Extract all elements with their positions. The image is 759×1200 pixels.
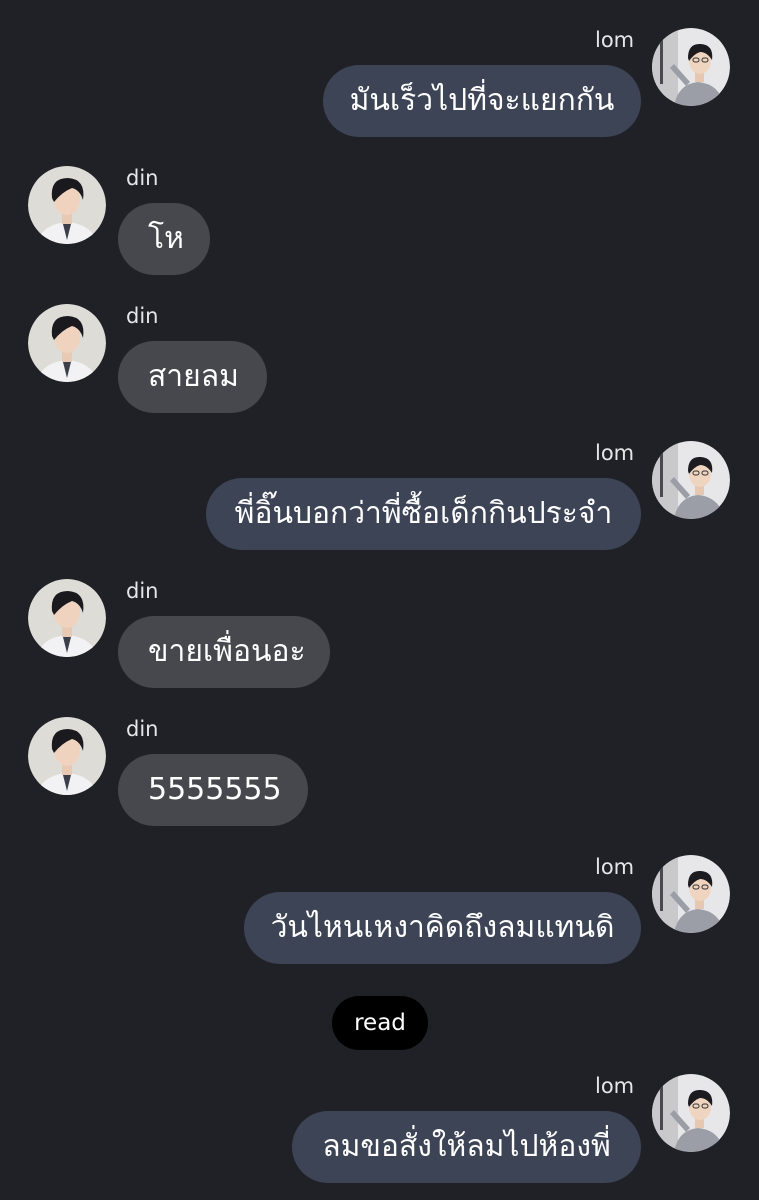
sender-name: din bbox=[126, 579, 159, 603]
profile-photo-icon bbox=[28, 579, 106, 657]
message-row: din โห bbox=[0, 166, 759, 276]
profile-photo-icon bbox=[652, 28, 730, 106]
message-row: din ขายเพื่อนอะ bbox=[0, 579, 759, 689]
profile-photo-icon bbox=[28, 304, 106, 382]
message-row: lom มันเร็วไปที่จะแยกกัน bbox=[0, 28, 759, 138]
avatar[interactable] bbox=[28, 579, 106, 657]
avatar[interactable] bbox=[652, 855, 730, 933]
message-bubble[interactable]: วันไหนเหงาคิดถึงลมแทนดิ bbox=[244, 892, 641, 964]
message-bubble[interactable]: ลมขอสั่งให้ลมไปห้องพี่ bbox=[292, 1111, 641, 1183]
message-row: din 5555555 bbox=[0, 717, 759, 827]
message-row: lom วันไหนเหงาคิดถึงลมแทนดิ bbox=[0, 855, 759, 965]
message-row: lom พี่อิ๊นบอกว่าพี่ซื้อเด็กกินประจำ bbox=[0, 441, 759, 551]
read-receipt-badge: read bbox=[332, 996, 428, 1050]
avatar[interactable] bbox=[28, 304, 106, 382]
avatar[interactable] bbox=[28, 717, 106, 795]
message-bubble[interactable]: พี่อิ๊นบอกว่าพี่ซื้อเด็กกินประจำ bbox=[206, 478, 641, 550]
profile-photo-icon bbox=[28, 166, 106, 244]
avatar[interactable] bbox=[652, 28, 730, 106]
sender-name: din bbox=[126, 166, 159, 190]
avatar[interactable] bbox=[652, 1074, 730, 1152]
sender-name: lom bbox=[595, 1074, 635, 1098]
message-bubble[interactable]: มันเร็วไปที่จะแยกกัน bbox=[323, 65, 641, 137]
message-bubble[interactable]: โห bbox=[118, 203, 210, 275]
message-bubble[interactable]: สายลม bbox=[118, 341, 267, 413]
avatar[interactable] bbox=[652, 441, 730, 519]
sender-name: lom bbox=[595, 855, 635, 879]
sender-name: din bbox=[126, 304, 159, 328]
message-bubble[interactable]: ขายเพื่อนอะ bbox=[118, 616, 330, 688]
message-bubble[interactable]: 5555555 bbox=[118, 754, 308, 826]
message-row: lom ลมขอสั่งให้ลมไปห้องพี่ bbox=[0, 1074, 759, 1184]
avatar[interactable] bbox=[28, 166, 106, 244]
profile-photo-icon bbox=[652, 1074, 730, 1152]
profile-photo-icon bbox=[28, 717, 106, 795]
sender-name: lom bbox=[595, 28, 635, 52]
profile-photo-icon bbox=[652, 855, 730, 933]
sender-name: lom bbox=[595, 441, 635, 465]
message-row: din สายลม bbox=[0, 304, 759, 414]
sender-name: din bbox=[126, 717, 159, 741]
profile-photo-icon bbox=[652, 441, 730, 519]
